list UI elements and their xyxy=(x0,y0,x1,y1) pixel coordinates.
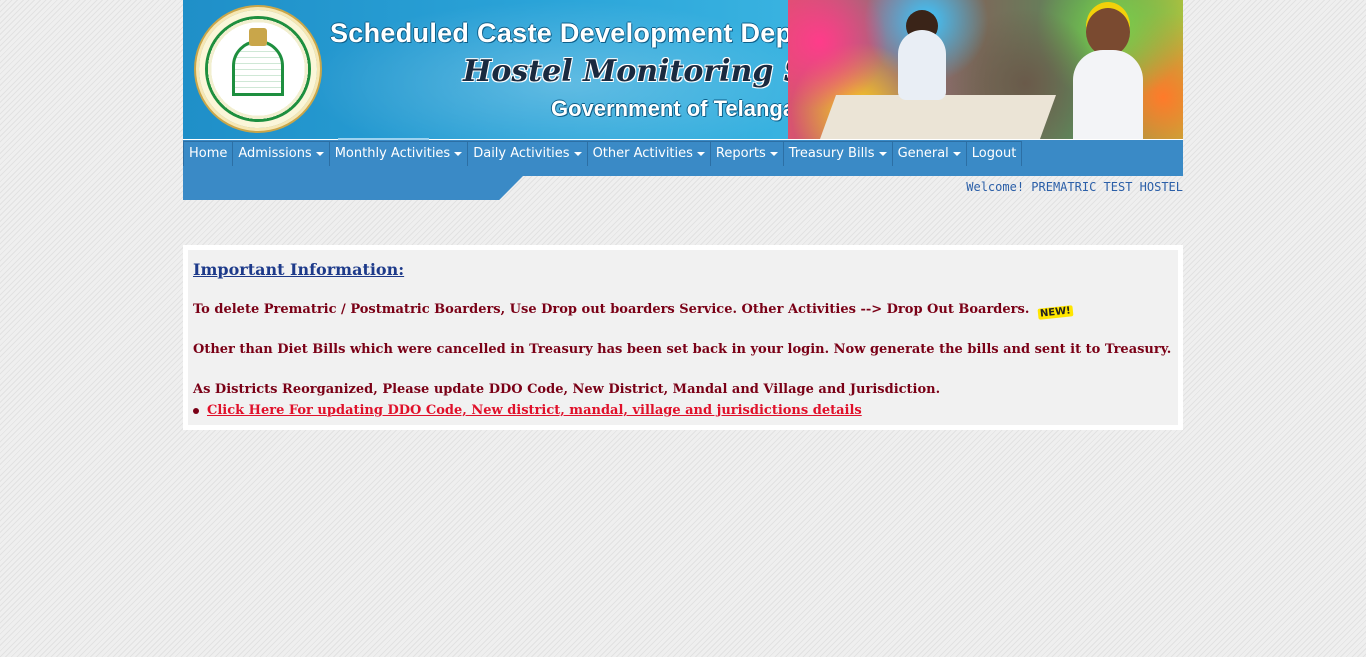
nav-item-label: Treasury Bills xyxy=(788,146,875,161)
nav-item-admissions[interactable]: Admissions xyxy=(233,141,330,167)
info-message-dropout: To delete Prematric / Postmatric Boarder… xyxy=(193,302,1074,320)
header-banner: Scheduled Caste Development Department H… xyxy=(183,0,1183,139)
students-photo xyxy=(788,0,1183,139)
nav-item-label: Monthly Activities xyxy=(334,146,451,161)
nav-item-treasury-bills[interactable]: Treasury Bills xyxy=(783,141,893,167)
info-message-districts: As Districts Reorganized, Please update … xyxy=(193,382,941,397)
info-message-diet-bills: Other than Diet Bills which were cancell… xyxy=(193,342,1172,357)
ddo-update-link[interactable]: Click Here For updating DDO Code, New di… xyxy=(207,403,862,418)
nav-item-monthly-activities[interactable]: Monthly Activities xyxy=(329,141,469,167)
welcome-text: Welcome! PREMATRIC TEST HOSTEL xyxy=(966,180,1183,194)
info-heading: Important Information: xyxy=(193,260,405,279)
nav-item-general[interactable]: General xyxy=(892,141,967,167)
government-title: Government of Telangana xyxy=(551,96,821,121)
nav-item-logout[interactable]: Logout xyxy=(966,141,1023,167)
main-nav: Home Admissions Monthly Activities Daily Ac… xyxy=(183,138,1183,167)
ddo-update-link-row: Click Here For updating DDO Code, New di… xyxy=(193,403,862,418)
chevron-down-icon xyxy=(573,152,582,156)
nav-item-other-activities[interactable]: Other Activities xyxy=(587,141,711,167)
chevron-down-icon xyxy=(769,152,778,156)
chevron-down-icon xyxy=(696,152,705,156)
nav-item-label: Daily Activities xyxy=(473,146,570,161)
nav-item-label: Admissions xyxy=(238,146,312,161)
chevron-down-icon xyxy=(315,152,324,156)
nav-item-label: Reports xyxy=(715,146,766,161)
chevron-down-icon xyxy=(952,152,961,156)
sub-header: Welcome! PREMATRIC TEST HOSTEL xyxy=(183,166,1183,201)
telangana-emblem-icon xyxy=(199,10,317,128)
nav-item-reports[interactable]: Reports xyxy=(710,141,784,167)
chevron-down-icon xyxy=(878,152,887,156)
nav-item-home[interactable]: Home xyxy=(183,141,234,167)
nav-menu: Home Admissions Monthly Activities Daily Ac… xyxy=(183,140,1183,167)
new-badge-icon: NEW! xyxy=(1037,305,1074,320)
nav-item-label: Home xyxy=(189,146,228,161)
important-info-panel: Important Information: To delete Prematr… xyxy=(183,245,1183,430)
chevron-down-icon xyxy=(454,152,463,156)
nav-item-daily-activities[interactable]: Daily Activities xyxy=(468,141,588,167)
nav-item-label: Other Activities xyxy=(592,146,693,161)
bullet-icon xyxy=(193,407,199,414)
page-container: Scheduled Caste Development Department H… xyxy=(183,0,1183,430)
nav-item-label: Logout xyxy=(971,146,1017,161)
nav-item-label: General xyxy=(897,146,949,161)
